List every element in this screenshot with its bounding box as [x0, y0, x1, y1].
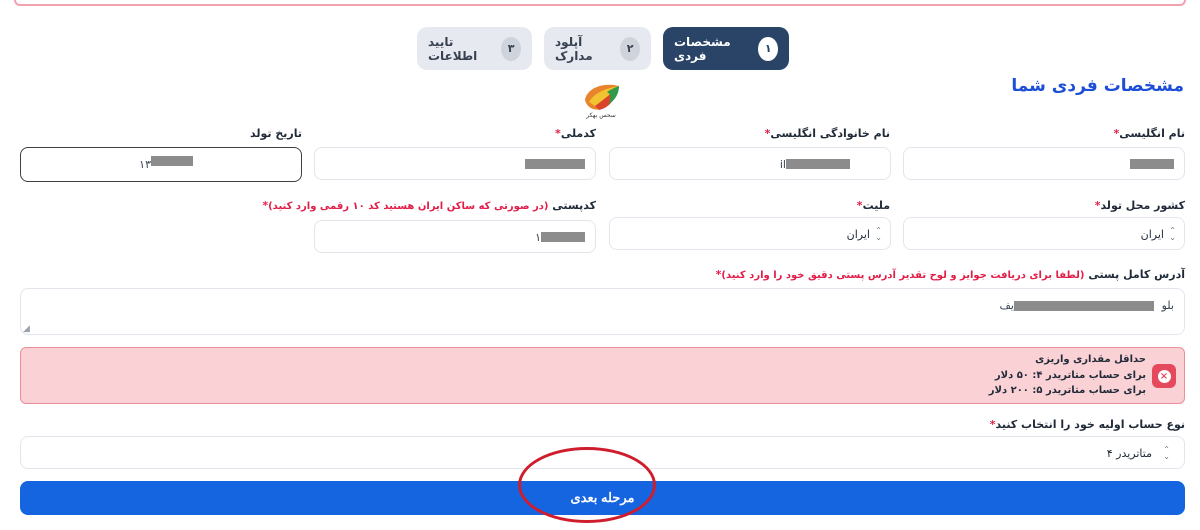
deposit-alert: × حداقل مقداری واریزی برای حساب متاتریدر… [20, 347, 1185, 404]
national-code-input[interactable] [314, 147, 596, 180]
postal-code-label: کدپستی (در صورتی که ساکن ایران هستید کد … [262, 199, 596, 212]
chevron-up-down-icon: ⌃ ⌄ [1163, 445, 1170, 461]
redacted-value [525, 159, 585, 169]
logo-caption: سحس بهکر [586, 112, 616, 119]
first-name-label: نام انگلیسی* [1113, 127, 1185, 140]
step-number: ۱ [758, 36, 778, 61]
top-border-strip [14, 0, 1186, 6]
redacted-value [151, 156, 193, 166]
select-value: متاتریدر ۴ [1106, 447, 1152, 460]
alert-title: حداقل مقداری واریزی [1035, 354, 1146, 365]
redacted-value [1014, 301, 1154, 311]
step-personal-info[interactable]: ۱ مشخصات فردی [663, 27, 789, 70]
step-upload-documents[interactable]: ۲ آپلود مدارک [544, 27, 651, 70]
national-code-label: کدملی* [555, 127, 596, 140]
step-label: آپلود مدارک [555, 34, 593, 63]
field-value-prefix: ۱۳ [139, 158, 151, 171]
section-title: مشخصات فردی شما [1011, 76, 1184, 96]
redacted-value [1130, 159, 1174, 169]
postal-code-input[interactable]: ۱ [314, 220, 596, 253]
last-name-input[interactable]: il [609, 147, 891, 180]
step-label: مشخصات فردی [674, 34, 731, 63]
annotation-circle [518, 447, 656, 523]
address-textarea[interactable]: بلو یف ◢ [20, 288, 1185, 335]
select-value: ایران [1140, 228, 1164, 241]
resize-handle-icon[interactable]: ◢ [23, 324, 30, 334]
error-icon: × [1152, 364, 1176, 388]
chevron-up-down-icon: ⌃ ⌄ [1169, 226, 1176, 242]
first-name-input[interactable] [903, 147, 1185, 180]
address-value-end: یف [999, 299, 1014, 312]
birth-country-label: کشور محل تولد* [1094, 199, 1185, 212]
birth-country-select[interactable]: ایران ⌃ ⌄ [903, 217, 1185, 250]
address-value-start: بلو [1161, 299, 1174, 312]
select-value: ایران [846, 228, 870, 241]
brand-logo: سحس بهکر [577, 78, 625, 122]
redacted-value [786, 159, 850, 169]
birth-date-label: تاریخ تولد [250, 127, 302, 140]
alert-line: برای حساب متاتریدر ۴: ۵۰ دلار [994, 370, 1146, 381]
step-label: تایید اطلاعات [428, 34, 478, 63]
address-label: آدرس کامل پستی (لطفا برای دریافت جوایز و… [715, 268, 1185, 281]
step-confirm-info[interactable]: ۳ تایید اطلاعات [417, 27, 532, 70]
chevron-up-down-icon: ⌃ ⌄ [875, 226, 882, 242]
step-number: ۳ [501, 36, 521, 61]
last-name-label: نام خانوادگی انگلیسی* [764, 127, 890, 140]
birth-date-input[interactable]: ۱۳ [20, 147, 302, 182]
redacted-value [541, 232, 585, 242]
step-number: ۲ [620, 36, 640, 61]
account-type-label: نوع حساب اولیه خود را انتخاب کنید* [989, 418, 1185, 431]
alert-line: برای حساب متاتریدر ۵: ۲۰۰ دلار [988, 385, 1146, 396]
nationality-select[interactable]: ایران ⌃ ⌄ [609, 217, 891, 250]
nationality-label: ملیت* [856, 199, 890, 212]
